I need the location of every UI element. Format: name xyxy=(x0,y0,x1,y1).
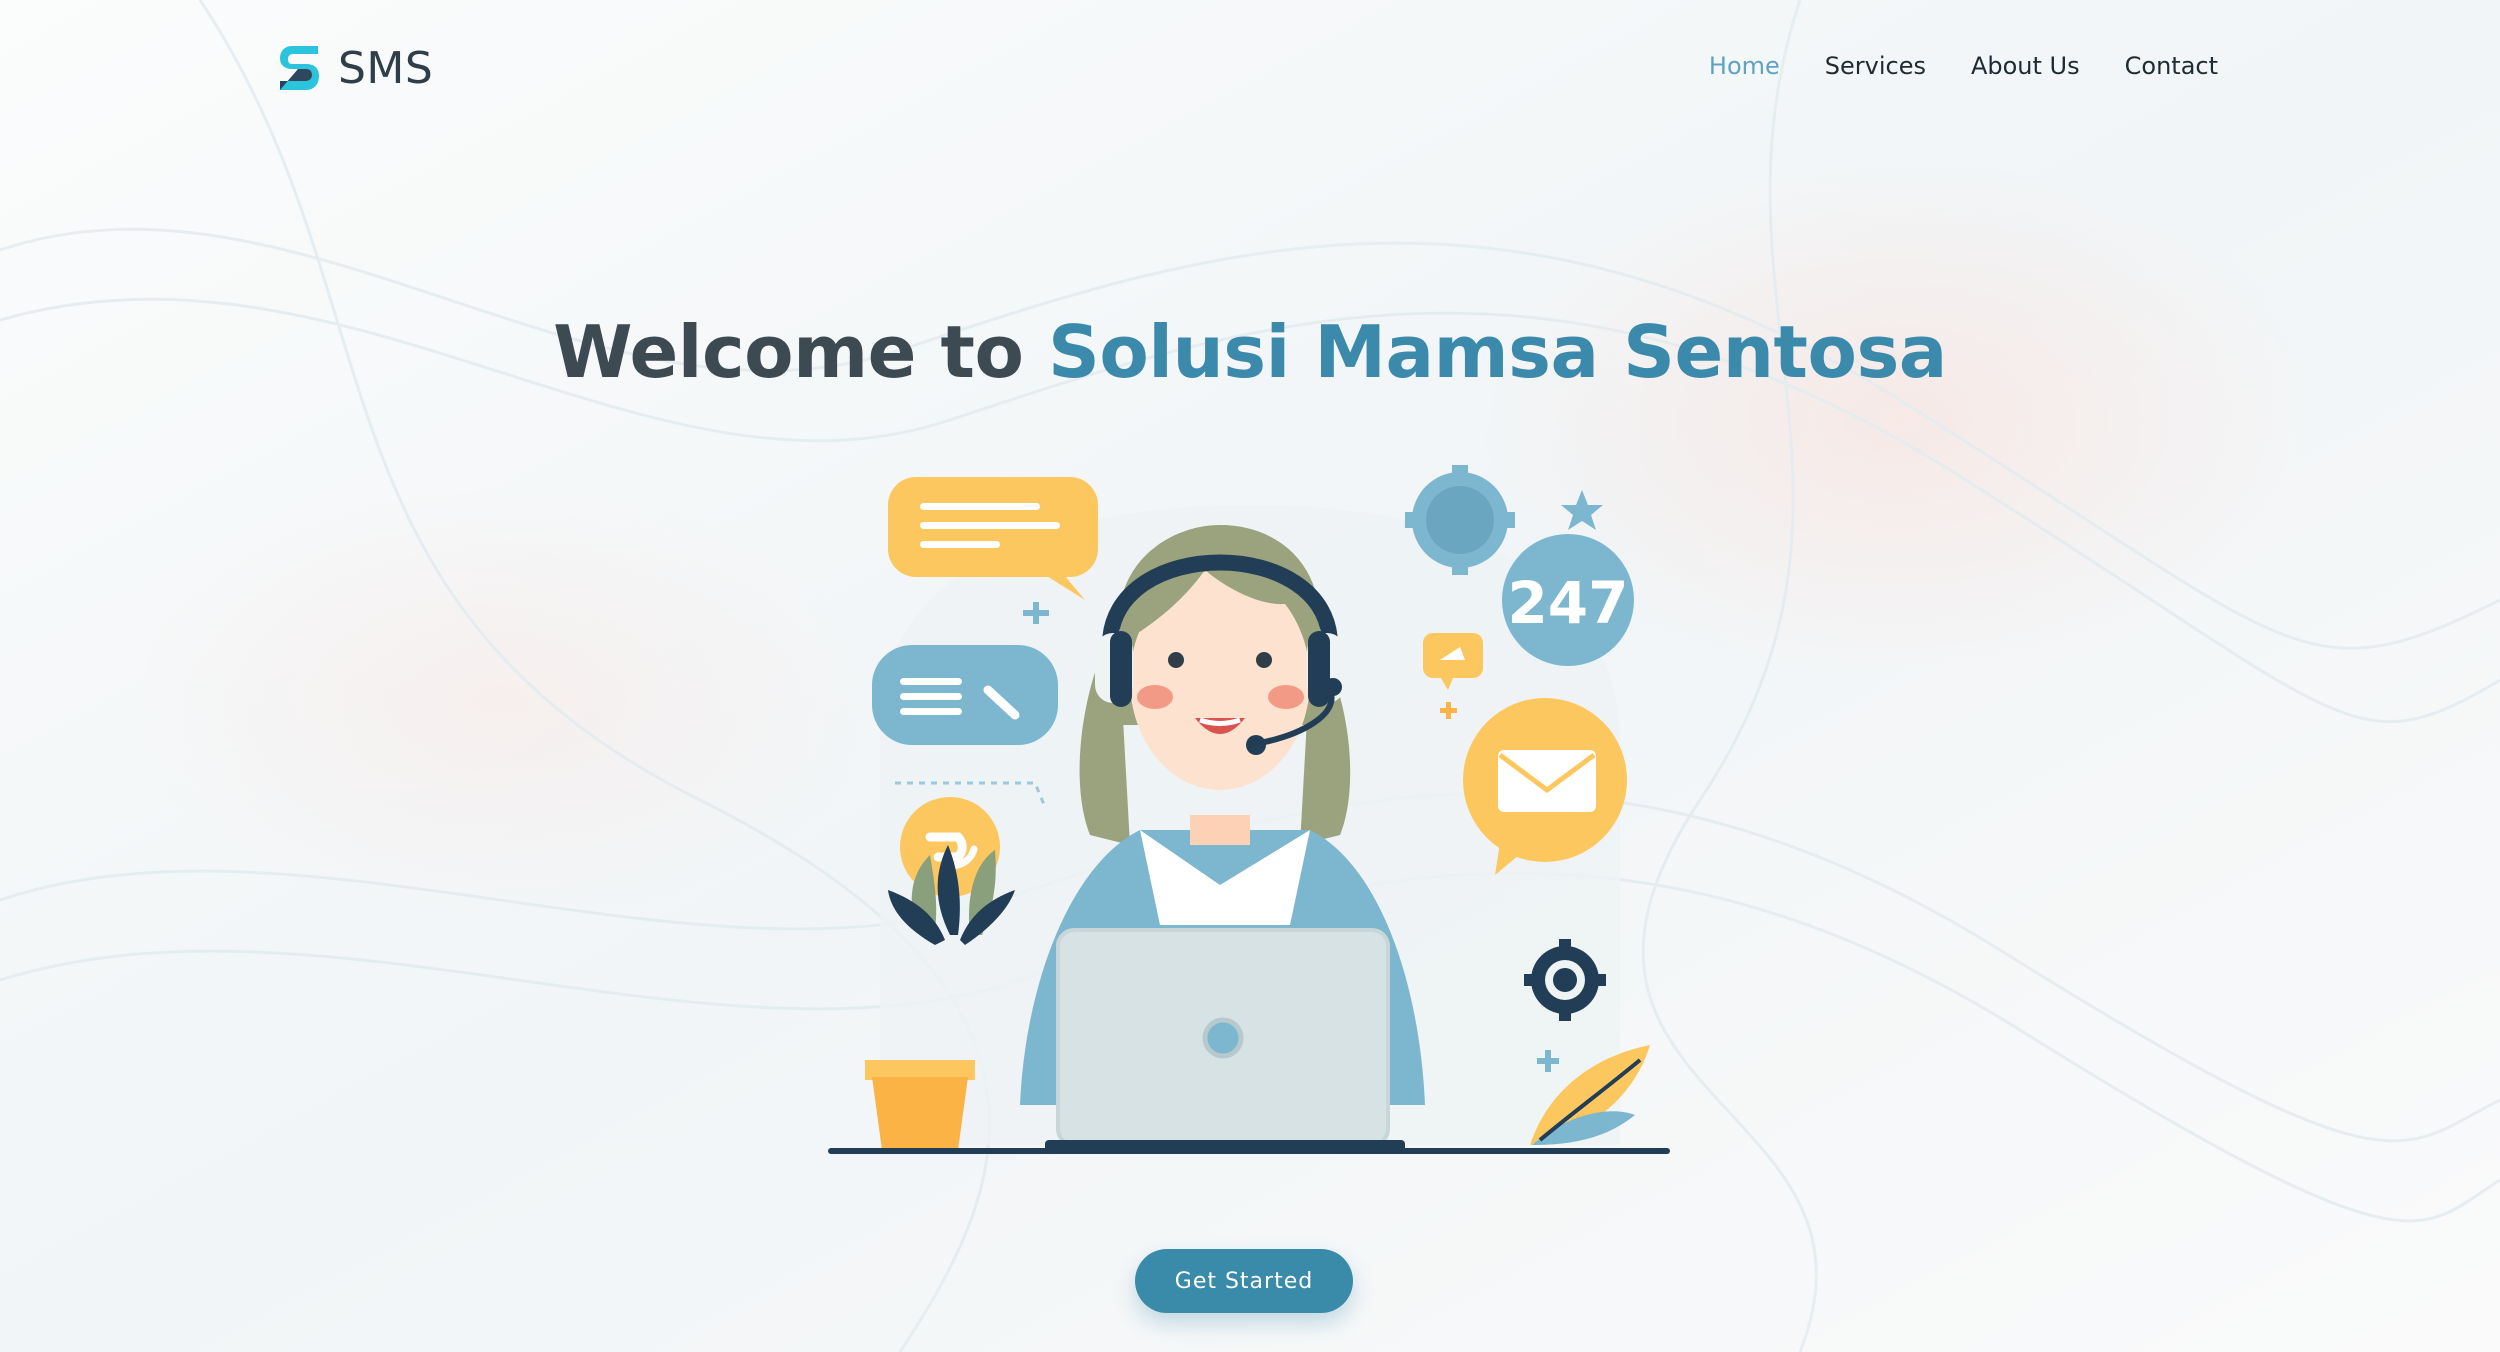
get-started-button[interactable]: Get Started xyxy=(1135,1249,1353,1313)
sms-logo-icon xyxy=(280,46,319,90)
brand-name: SMS xyxy=(338,42,434,94)
nav-about-us[interactable]: About Us xyxy=(1971,52,2080,80)
nav-services[interactable]: Services xyxy=(1825,52,1926,80)
chat-bubble-icon xyxy=(872,645,1058,745)
site-header: SMS Home Services About Us Contact xyxy=(0,0,2500,140)
laptop-icon xyxy=(1045,928,1405,1154)
hero-title-prefix: Welcome to xyxy=(553,310,1048,395)
star-icon xyxy=(1561,490,1603,530)
customer-support-illustration: 247 xyxy=(828,465,1670,1154)
main-nav: Home Services About Us Contact xyxy=(1664,52,2218,80)
support-247-badge: 247 xyxy=(1507,569,1628,637)
hero-title: Welcome to Solusi Mamsa Sentosa xyxy=(0,310,2500,394)
nav-contact[interactable]: Contact xyxy=(2125,52,2218,80)
brand-logo[interactable]: SMS xyxy=(278,42,433,94)
hero-title-accent: Solusi Mamsa Sentosa xyxy=(1047,310,1947,395)
nav-home[interactable]: Home xyxy=(1709,52,1780,80)
